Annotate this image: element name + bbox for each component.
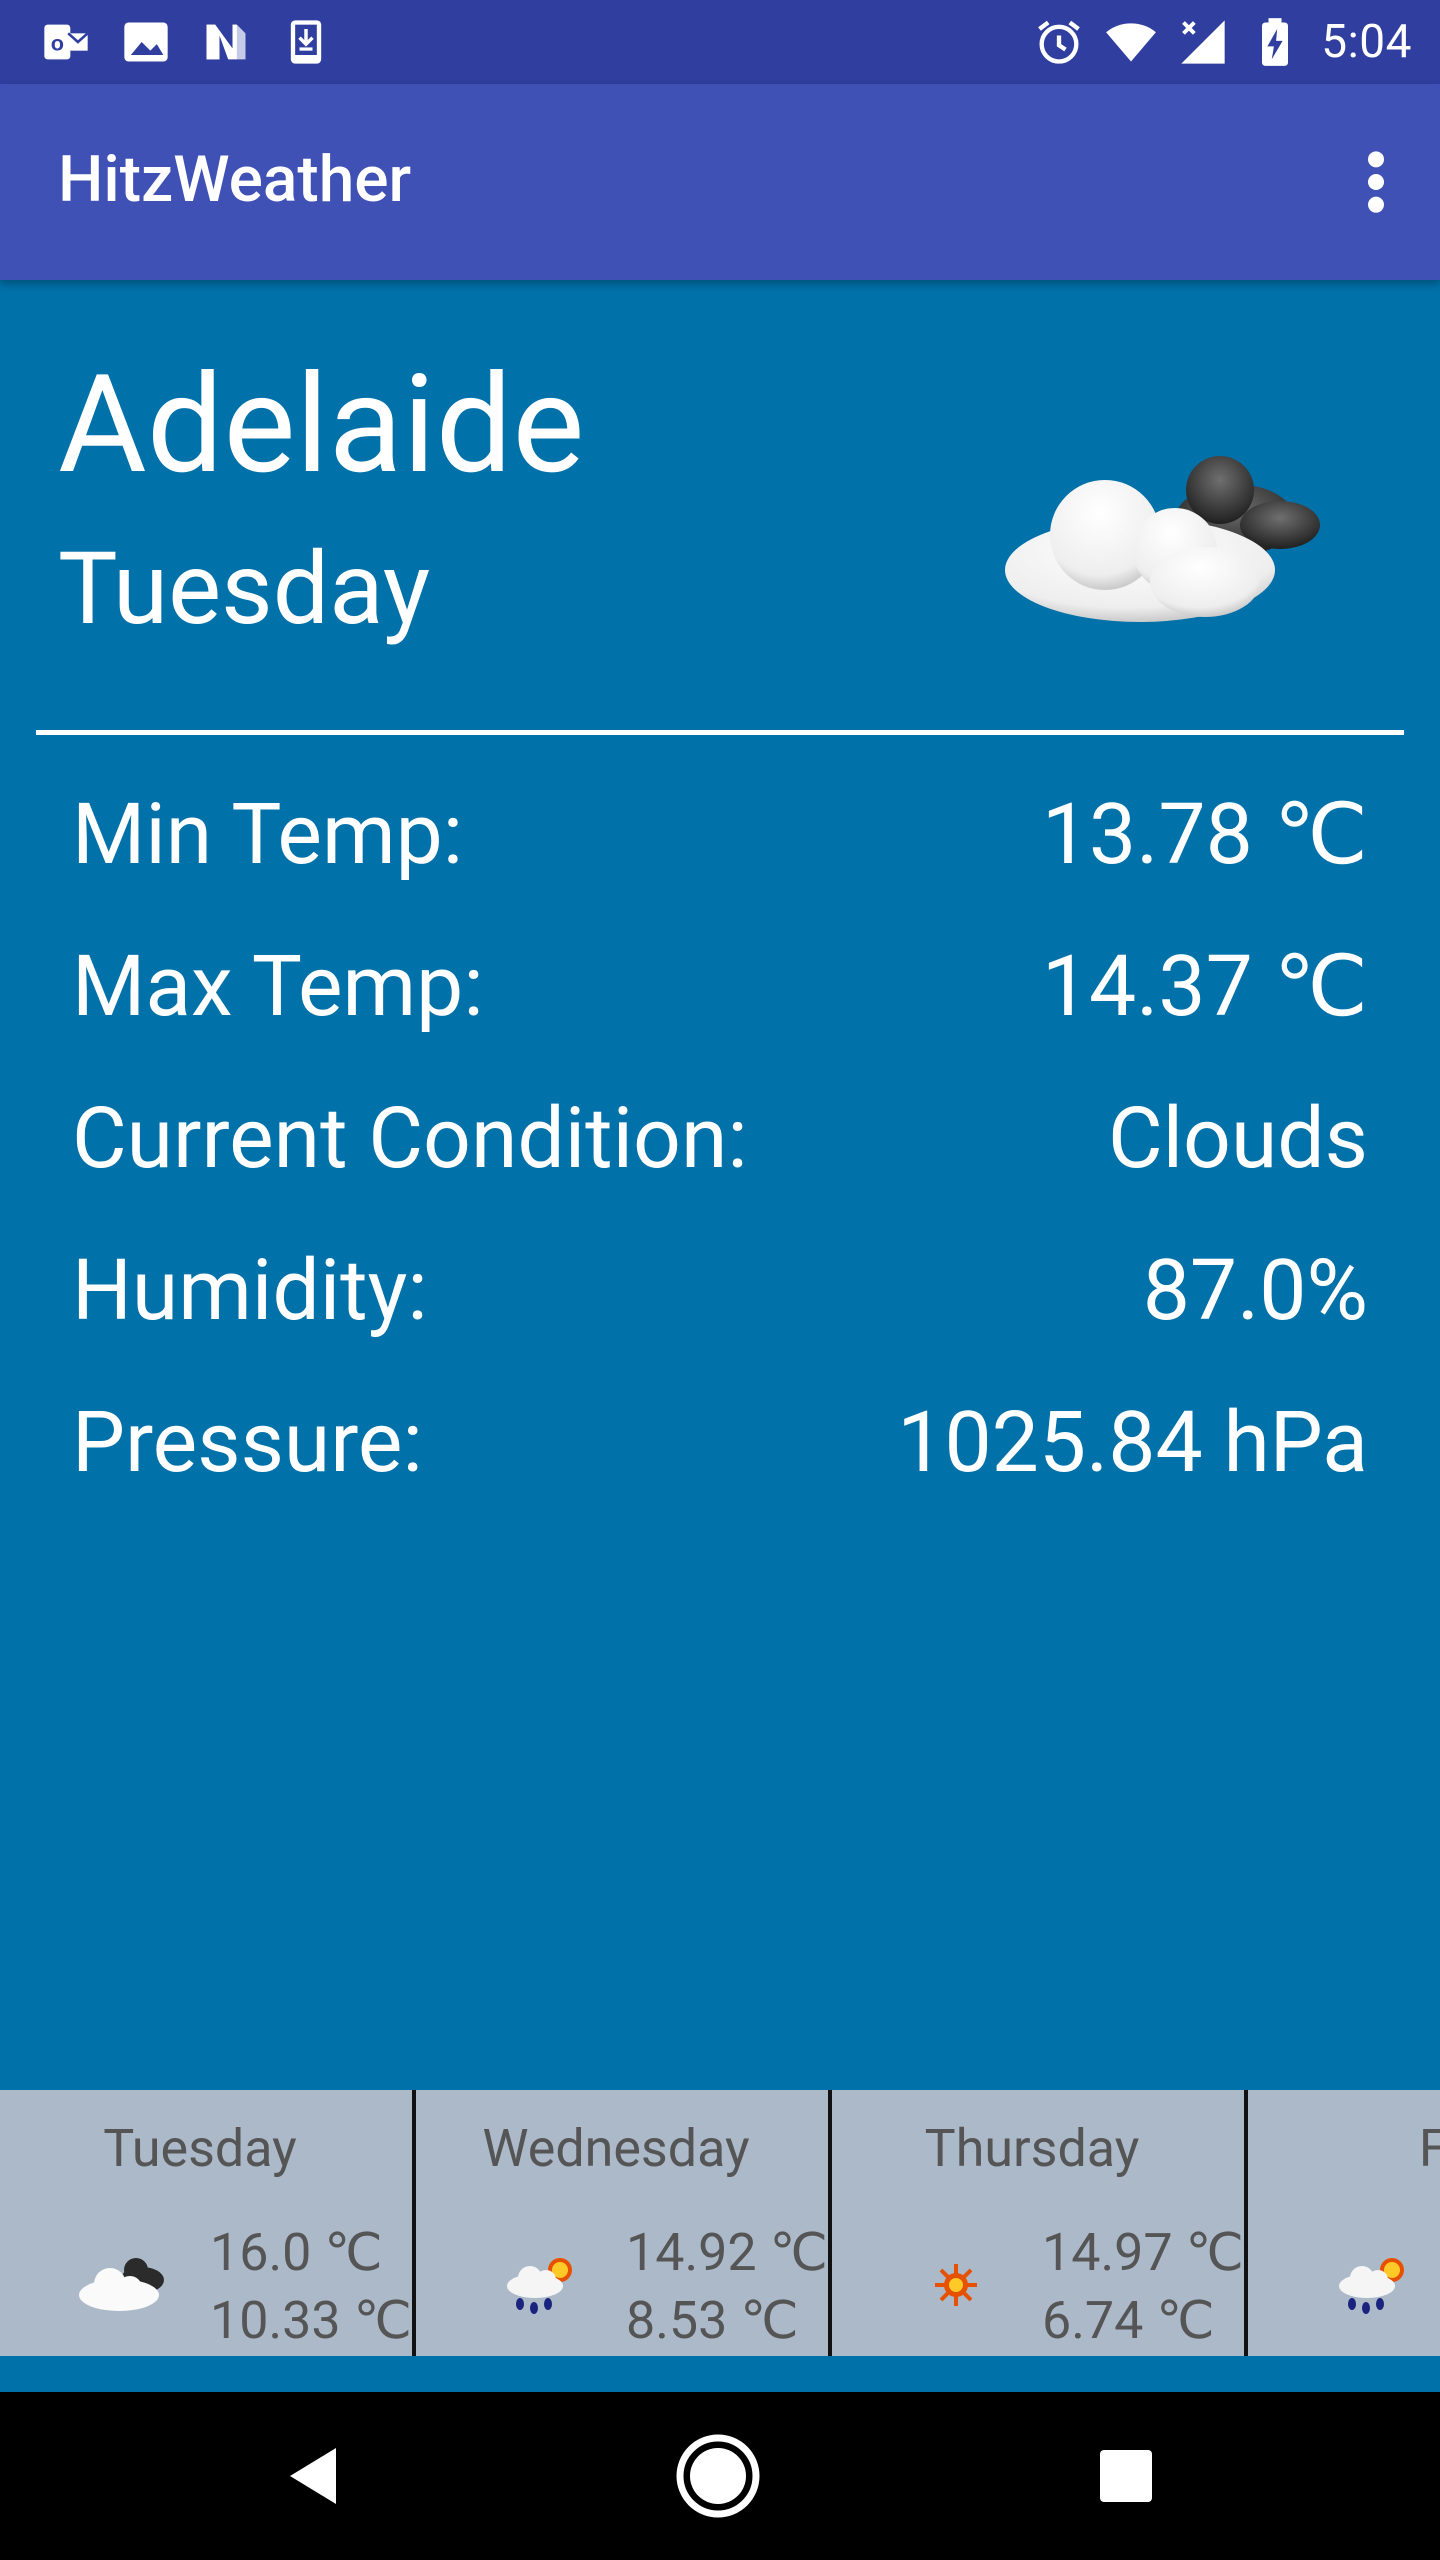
condition-row: Current Condition: Clouds	[72, 1084, 1368, 1194]
clouds-icon	[74, 2250, 174, 2320]
forecast-card[interactable]: Thursday 14.97 ℃ 6.74 ℃	[832, 2090, 1246, 2356]
forecast-card[interactable]: Fri	[1248, 2090, 1440, 2356]
svg-text:o: o	[51, 31, 64, 56]
app-title: HitzWeather	[58, 142, 412, 217]
row-label: Humidity:	[72, 1241, 428, 1340]
row-label: Pressure:	[72, 1393, 423, 1492]
forecast-high: 14.97 ℃	[1042, 2222, 1244, 2283]
row-label: Current Condition:	[72, 1089, 748, 1188]
wifi-icon	[1105, 16, 1157, 68]
forecast-day: Fri	[1418, 2118, 1440, 2179]
app-screen: o 5:04 HitzWeather Adelaide Tuesday Min …	[0, 0, 1440, 2560]
current-day: Tuesday	[58, 531, 431, 648]
pressure-row: Pressure: 1025.84 hPa	[72, 1388, 1368, 1498]
forecast-low: 6.74 ℃	[1042, 2290, 1215, 2351]
divider	[36, 730, 1404, 735]
forecast-high: 14.92 ℃	[626, 2222, 828, 2283]
rain-sun-icon	[490, 2250, 590, 2320]
row-label: Min Temp:	[72, 785, 464, 884]
forecast-day: Thursday	[924, 2118, 1140, 2179]
image-icon	[120, 16, 172, 68]
navigation-bar	[0, 2392, 1440, 2560]
outlook-icon: o	[40, 16, 92, 68]
row-label: Max Temp:	[72, 937, 484, 1036]
recents-icon[interactable]	[1076, 2426, 1176, 2526]
rain-sun-icon	[1322, 2250, 1422, 2320]
download-icon	[280, 16, 332, 68]
forecast-day: Wednesday	[482, 2118, 750, 2179]
forecast-high: 16.0 ℃	[210, 2222, 383, 2283]
status-time: 5:04	[1321, 15, 1412, 69]
partly-cloudy-icon	[980, 420, 1350, 650]
app-bar: HitzWeather	[0, 84, 1440, 280]
sun-icon	[906, 2250, 1006, 2320]
row-value: 1025.84 hPa	[897, 1393, 1368, 1492]
n-icon	[200, 16, 252, 68]
signal-icon	[1177, 16, 1229, 68]
forecast-card[interactable]: Wednesday 14.92 ℃ 8.53 ℃	[416, 2090, 830, 2356]
battery-charging-icon	[1249, 16, 1301, 68]
row-value: 13.78 ℃	[1041, 785, 1368, 884]
forecast-day: Tuesday	[103, 2118, 297, 2179]
overflow-menu-icon[interactable]	[1348, 140, 1404, 224]
city-name: Adelaide	[58, 346, 585, 505]
alarm-icon	[1033, 16, 1085, 68]
status-bar: o 5:04	[0, 0, 1440, 84]
humidity-row: Humidity: 87.0%	[72, 1236, 1368, 1346]
bottom-band	[0, 2356, 1440, 2392]
row-value: 87.0%	[1142, 1241, 1368, 1340]
back-icon[interactable]	[264, 2426, 364, 2526]
forecast-low: 10.33 ℃	[210, 2290, 412, 2351]
home-icon[interactable]	[668, 2426, 768, 2526]
row-value: 14.37 ℃	[1041, 937, 1368, 1036]
row-value: Clouds	[1107, 1089, 1368, 1188]
max-temp-row: Max Temp: 14.37 ℃	[72, 932, 1368, 1042]
forecast-low: 8.53 ℃	[626, 2290, 799, 2351]
forecast-card[interactable]: Tuesday 16.0 ℃ 10.33 ℃	[0, 2090, 414, 2356]
min-temp-row: Min Temp: 13.78 ℃	[72, 780, 1368, 890]
forecast-strip[interactable]: Tuesday 16.0 ℃ 10.33 ℃ Wednesday 14.92 ℃	[0, 2090, 1440, 2356]
